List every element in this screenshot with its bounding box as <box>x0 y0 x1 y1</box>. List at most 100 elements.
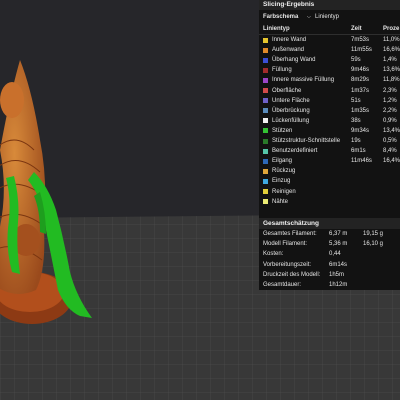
line-type-percent: 13,6% <box>383 67 400 74</box>
line-type-percent: 16,4% <box>383 158 400 165</box>
line-type-row[interactable]: Stützen 9m34s 13,4% <box>259 126 400 136</box>
line-type-time: 6m1s <box>351 148 366 155</box>
line-type-name: Eilgang <box>272 158 293 165</box>
color-swatch[interactable] <box>263 189 268 194</box>
color-swatch[interactable] <box>263 47 268 53</box>
line-type-time: 9m34s <box>351 127 370 134</box>
color-swatch[interactable] <box>263 88 268 93</box>
color-swatch[interactable] <box>263 67 268 73</box>
line-type-row[interactable]: Nähte <box>259 197 400 207</box>
estimate-value: 0,44 <box>329 251 341 258</box>
color-swatch[interactable] <box>263 178 268 184</box>
color-swatch[interactable] <box>263 108 268 114</box>
line-type-time: 19s <box>351 138 361 144</box>
color-swatch[interactable] <box>263 138 268 144</box>
estimate-row: Vorbereitungszeit: 6m14s <box>259 260 400 270</box>
line-type-time: 11m55s <box>351 47 372 54</box>
estimate-label: Gesamtdauer: <box>263 282 302 288</box>
line-type-name: Nähte <box>272 198 289 205</box>
color-scheme-selector[interactable]: Farbschema ⌵ Linientyp <box>259 12 400 22</box>
estimate-value: 5,36 m <box>329 241 348 248</box>
table-header: Linientyp Zeit Proze <box>259 24 400 34</box>
color-scheme-value[interactable]: Linientyp <box>315 12 339 22</box>
line-type-row[interactable]: Stützstruktur-Schnittstelle 19s 0,5% <box>259 136 400 146</box>
color-swatch[interactable] <box>263 118 268 124</box>
estimate-value: 1h12m <box>329 282 348 288</box>
line-type-row[interactable]: Oberfläche 1m37s 2,3% <box>259 86 400 96</box>
line-type-percent: 1,2% <box>383 97 397 104</box>
line-type-name: Innere Wand <box>272 37 307 43</box>
line-type-percent: 2,2% <box>383 107 397 114</box>
line-type-row[interactable]: Einzug <box>259 176 400 186</box>
line-type-time: 1m37s <box>351 87 370 94</box>
color-swatch[interactable] <box>263 57 268 63</box>
line-type-name: Stützstruktur-Schnittstelle <box>272 138 341 144</box>
estimate-row: Modell Filament: 5,36 m 16,10 g <box>259 239 400 249</box>
color-swatch[interactable] <box>263 199 268 205</box>
estimate-row: Gesamtes Filament: 6,37 m 19,15 g <box>259 229 400 239</box>
line-type-time: 1m35s <box>351 107 370 114</box>
color-scheme-label: Farbschema <box>263 14 299 20</box>
line-type-row[interactable]: Rückzug <box>259 166 400 176</box>
line-type-time: 59s <box>351 57 361 64</box>
color-swatch[interactable] <box>263 168 268 174</box>
estimate-value: 1h5m <box>329 271 345 278</box>
line-type-name: Überhang Wand <box>272 57 316 64</box>
line-type-row[interactable]: Untere Fläche 51s 1,2% <box>259 96 400 106</box>
line-type-time: 38s <box>351 117 361 124</box>
line-type-row[interactable]: Innere Wand 7m53s 11,0% <box>259 35 400 45</box>
line-type-name: Reinigen <box>272 188 296 195</box>
column-header-type: Linientyp <box>263 26 290 32</box>
color-swatch[interactable] <box>263 37 268 43</box>
estimate-row: Kosten: 0,44 <box>259 249 400 259</box>
line-type-name: Außenwand <box>272 47 305 54</box>
line-type-row[interactable]: Füllung 9m46s 13,6% <box>259 65 400 75</box>
line-type-row[interactable]: Lückenfüllung 38s 0,9% <box>259 116 400 126</box>
estimate-value: 6,37 m <box>329 231 348 237</box>
estimate-row: Gesamtdauer: 1h12m <box>259 280 400 290</box>
line-type-percent: 0,9% <box>383 117 397 124</box>
line-type-time: 8m29s <box>351 77 370 84</box>
line-type-row[interactable]: Überbrückung 1m35s 2,2% <box>259 106 400 116</box>
line-type-time: 51s <box>351 97 361 104</box>
line-type-name: Stützen <box>272 127 293 134</box>
line-type-name: Füllung <box>272 67 292 74</box>
color-swatch[interactable] <box>263 158 268 164</box>
line-type-percent: 16,6% <box>383 47 400 54</box>
estimate-label: Druckzeit des Modell: <box>263 271 321 278</box>
line-type-row[interactable]: Eilgang 11m46s 16,4% <box>259 156 400 166</box>
estimate-value: 6m14s <box>329 261 348 268</box>
line-type-time: 11m46s <box>351 158 372 165</box>
line-type-percent: 11,0% <box>383 37 400 43</box>
line-type-row[interactable]: Reinigen <box>259 187 400 197</box>
line-type-time: 9m46s <box>351 67 370 74</box>
color-swatch[interactable] <box>263 128 268 134</box>
estimate-value-secondary: 16,10 g <box>363 241 384 248</box>
line-type-name: Untere Fläche <box>272 97 310 104</box>
column-header-time: Zeit <box>351 26 362 32</box>
line-type-name: Rückzug <box>272 168 296 175</box>
line-type-name: Lückenfüllung <box>272 117 310 124</box>
line-type-percent: 1,4% <box>383 57 397 64</box>
line-type-percent: 0,5% <box>383 138 397 144</box>
panel-title: Slicing-Ergebnis <box>259 0 400 10</box>
estimate-label: Modell Filament: <box>263 241 308 248</box>
estimate-title: Gesamtschätzung <box>259 218 400 229</box>
color-swatch[interactable] <box>263 98 268 104</box>
line-type-row[interactable]: Benutzerdefiniert 6m1s 8,4% <box>259 146 400 156</box>
line-type-row[interactable]: Außenwand 11m55s 16,6% <box>259 45 400 55</box>
estimate-label: Gesamtes Filament: <box>263 231 317 237</box>
estimate-label: Kosten: <box>263 251 284 258</box>
line-type-percent: 2,3% <box>383 87 397 94</box>
line-type-name: Oberfläche <box>272 87 302 94</box>
line-type-row[interactable]: Überhang Wand 59s 1,4% <box>259 55 400 65</box>
chevron-down-icon[interactable]: ⌵ <box>307 12 311 22</box>
line-type-name: Innere massive Füllung <box>272 77 335 84</box>
line-type-row[interactable]: Innere massive Füllung 8m29s 11,8% <box>259 75 400 85</box>
line-type-percent: 11,8% <box>383 77 400 84</box>
line-type-name: Überbrückung <box>272 107 310 114</box>
line-type-percent: 13,4% <box>383 127 400 134</box>
color-swatch[interactable] <box>263 148 268 154</box>
color-swatch[interactable] <box>263 77 268 83</box>
line-type-percent: 8,4% <box>383 148 397 155</box>
